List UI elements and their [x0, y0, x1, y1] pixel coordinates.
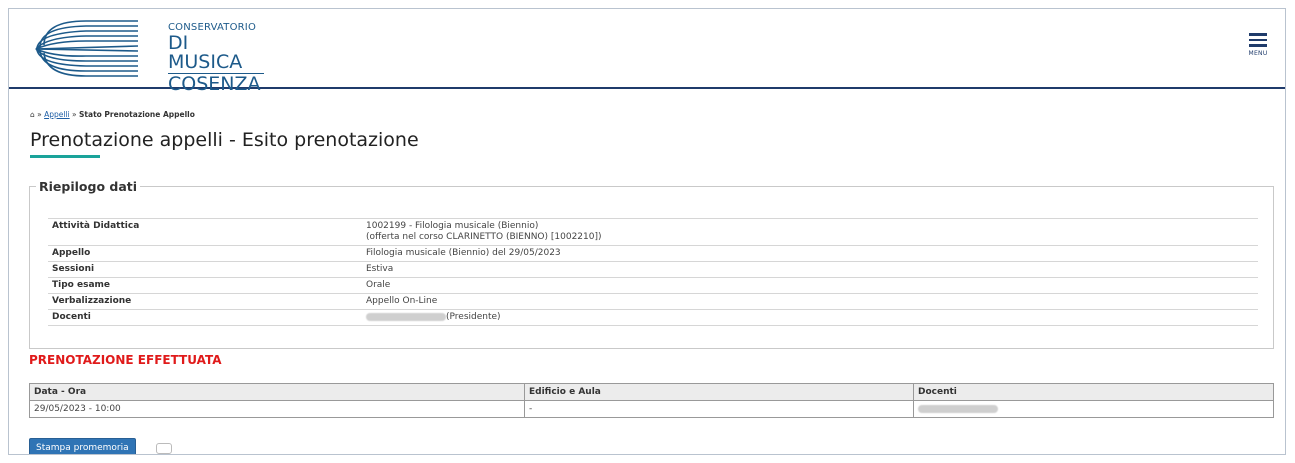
row-label: Docenti [48, 309, 362, 326]
hamburger-icon [1249, 33, 1267, 47]
table-row: Docenti (Presidente) [48, 309, 1258, 326]
row-value: (Presidente) [362, 309, 1258, 326]
table-header-row: Data - Ora Edificio e Aula Docenti [29, 383, 1274, 401]
menu-button[interactable]: MENU [1245, 33, 1271, 57]
row-label: Attività Didattica [48, 218, 362, 246]
page-frame: CONSERVATORIO DI MUSICA COSENZA MENU ⌂ »… [8, 8, 1286, 455]
row-value: Appello On-Line [362, 293, 1258, 310]
redacted-name [918, 404, 998, 413]
table-row: Verbalizzazione Appello On-Line [48, 293, 1258, 310]
breadcrumb-link-appelli[interactable]: Appelli [44, 110, 70, 119]
row-value: Filologia musicale (Biennio) del 29/05/2… [362, 245, 1258, 262]
menu-label: MENU [1248, 50, 1268, 57]
title-underline [30, 155, 100, 158]
cell-teachers [914, 401, 1274, 418]
logo-emblem-icon [35, 20, 139, 77]
summary-fieldset: Riepilogo dati Attività Didattica 100219… [29, 179, 1274, 349]
cell-room: - [524, 400, 914, 418]
logo-line-2: DI MUSICA [168, 34, 264, 74]
cell-date: 29/05/2023 - 10:00 [29, 400, 525, 418]
breadcrumb: ⌂ » Appelli » Stato Prenotazione Appello [30, 110, 195, 119]
row-value: 1002199 - Filologia musicale (Biennio) (o… [362, 218, 1258, 246]
table-row: Sessioni Estiva [48, 261, 1258, 278]
slots-table: Data - Ora Edificio e Aula Docenti 29/05… [29, 383, 1274, 418]
breadcrumb-separator: » [69, 110, 80, 119]
row-label: Appello [48, 245, 362, 262]
redacted-name [366, 312, 446, 321]
column-header: Edificio e Aula [524, 383, 914, 401]
logo-text: CONSERVATORIO DI MUSICA COSENZA [168, 23, 264, 94]
column-header: Data - Ora [29, 383, 525, 401]
column-header: Docenti [913, 383, 1274, 401]
breadcrumb-separator: » [34, 110, 45, 119]
breadcrumb-current: Stato Prenotazione Appello [79, 110, 195, 119]
print-reminder-button[interactable]: Stampa promemoria [29, 438, 136, 454]
table-row: Appello Filologia musicale (Biennio) del… [48, 245, 1258, 262]
summary-legend: Riepilogo dati [39, 179, 138, 194]
table-row: 29/05/2023 - 10:00 - [29, 400, 1274, 418]
conservatorio-logo[interactable]: CONSERVATORIO DI MUSICA COSENZA [34, 15, 264, 94]
logo-line-3: COSENZA [168, 73, 261, 95]
table-row: Attività Didattica 1002199 - Filologia m… [48, 218, 1258, 246]
booking-status: PRENOTAZIONE EFFETTUATA [29, 353, 222, 367]
site-header: CONSERVATORIO DI MUSICA COSENZA MENU [9, 9, 1285, 94]
toggle-button[interactable] [156, 443, 172, 454]
row-label: Verbalizzazione [48, 293, 362, 310]
row-label: Tipo esame [48, 277, 362, 294]
page-title: Prenotazione appelli - Esito prenotazion… [30, 129, 419, 151]
table-row: Tipo esame Orale [48, 277, 1258, 294]
row-value: Orale [362, 277, 1258, 294]
row-label: Sessioni [48, 261, 362, 278]
row-value: Estiva [362, 261, 1258, 278]
summary-table: Attività Didattica 1002199 - Filologia m… [48, 218, 1258, 326]
